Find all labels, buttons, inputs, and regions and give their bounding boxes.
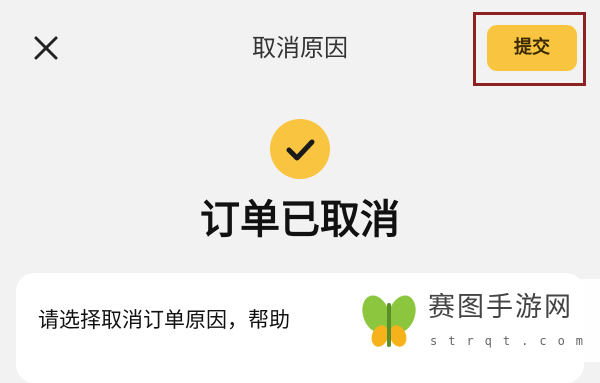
butterfly-logo-icon [362,295,416,347]
watermark: 赛图手游网 strqt.com [352,279,600,362]
check-icon [286,139,315,161]
top-bar: 取消原因 提交 [0,0,600,98]
submit-button[interactable]: 提交 [487,25,577,71]
order-status-text: 订单已取消 [200,197,400,243]
reason-prompt: 请选择取消订单原因，帮助 [38,308,290,332]
watermark-title: 赛图手游网 [428,292,573,323]
success-badge [270,119,330,179]
watermark-domain: strqt.com [430,334,595,348]
